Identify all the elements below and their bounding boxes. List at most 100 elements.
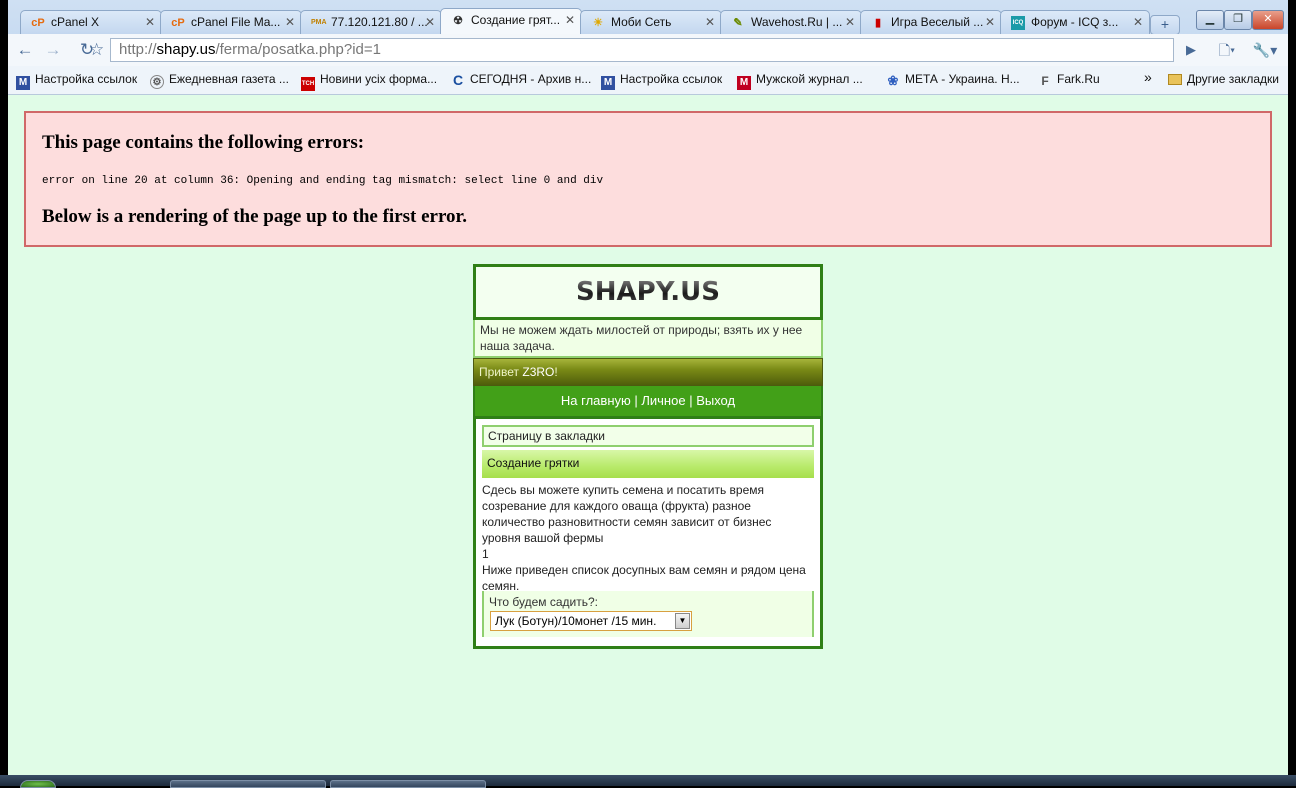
xml-error-box: This page contains the following errors:…	[24, 111, 1272, 247]
page-menu-button[interactable]: 🗋▾	[1212, 39, 1242, 61]
tab-cpanel-file-manager[interactable]: cP cPanel File Ma... ✕	[160, 10, 302, 34]
segodnya-icon: C	[452, 72, 464, 88]
tsn-icon: ТСН	[301, 77, 315, 91]
minimize-button[interactable]: ▁	[1196, 10, 1224, 30]
site-nav: На главную | Личное | Выход	[473, 386, 823, 416]
chevron-down-icon[interactable]: ▼	[675, 613, 690, 629]
error-message: error on line 20 at column 36: Opening a…	[42, 175, 604, 187]
go-button[interactable]: ▶	[1180, 39, 1202, 61]
tab-sozdanie-gryatki[interactable]: ☢ Создание грят... ✕	[440, 8, 582, 34]
tab-phpmyadmin[interactable]: PMA 77.120.121.80 / ... ✕	[300, 10, 442, 34]
fark-icon: F	[1041, 74, 1049, 88]
greeting-prefix: Привет	[479, 365, 523, 379]
greeting-suffix: !	[554, 365, 558, 379]
maximize-icon: ❐	[1233, 13, 1243, 25]
bookmark-item[interactable]: C СЕГОДНЯ - Архив н...	[451, 72, 591, 87]
bookmark-item[interactable]: ⚙ Ежедневная газета ...	[150, 72, 289, 89]
nav-personal-link[interactable]: Личное	[641, 393, 685, 408]
url-host: shapy.us	[156, 41, 216, 58]
tab-igra-veselyi[interactable]: ▮ Игра Веселый ... ✕	[860, 10, 1002, 34]
seed-list-note: Ниже приведен список досупных вам семян …	[482, 563, 806, 593]
play-icon: ▶	[1186, 42, 1196, 57]
bookmark-item[interactable]: M Настройка ссылок	[16, 72, 137, 90]
forward-button[interactable]: →	[42, 39, 64, 61]
bookmark-label: Новини усіх форма...	[320, 72, 438, 86]
taskbar-item[interactable]	[330, 780, 486, 788]
bookmark-item[interactable]: M Настройка ссылок	[601, 72, 722, 90]
close-icon[interactable]: ✕	[425, 15, 435, 29]
new-tab-button[interactable]: +	[1150, 15, 1180, 35]
bookmark-item[interactable]: F Fark.Ru	[1038, 72, 1100, 88]
bookmark-label: Ежедневная газета ...	[169, 72, 289, 86]
user-greeting: Привет Z3RO!	[473, 358, 823, 386]
forward-arrow-icon: →	[44, 40, 62, 59]
section-description: Сдесь вы можете купить семена и посатить…	[482, 482, 812, 594]
m-icon: M	[16, 76, 30, 90]
meta-icon: ❀	[887, 73, 899, 88]
game-icon: ▮	[874, 17, 882, 29]
bookmark-label: Мужской журнал ...	[756, 72, 863, 86]
farm-level: 1	[482, 547, 489, 561]
tab-label: cPanel File Ma...	[191, 15, 281, 29]
tab-cpanel-x[interactable]: cP cPanel X ✕	[20, 10, 162, 34]
tab-label: cPanel X	[51, 15, 100, 29]
address-bar[interactable]: ☆ http://shapy.us/ferma/posatka.php?id=1	[89, 38, 1174, 62]
bookmark-item[interactable]: ❀ МЕТА - Украина. Н...	[886, 72, 1020, 88]
cpanel-icon: cP	[31, 17, 45, 29]
other-bookmarks-label: Другие закладки	[1187, 72, 1279, 86]
wrench-icon: 🔧▾	[1252, 42, 1278, 58]
tab-label: Wavehost.Ru | ...	[751, 15, 843, 29]
star-icon[interactable]: ☆	[89, 39, 104, 61]
tab-label: Моби Сеть	[611, 15, 672, 29]
nav-logout-link[interactable]: Выход	[696, 393, 735, 408]
m-icon: M	[601, 76, 615, 90]
tab-label: 77.120.121.80 / ...	[331, 15, 428, 29]
bookmarks-overflow-button[interactable]: »	[1144, 69, 1152, 85]
icq-icon: ICQ	[1011, 16, 1025, 30]
username: Z3RO	[522, 365, 555, 379]
minimize-icon: ▁	[1205, 13, 1215, 25]
close-icon[interactable]: ✕	[285, 15, 295, 29]
url-prefix: http://	[119, 41, 157, 58]
url-path: /ferma/posatka.php?id=1	[215, 41, 381, 58]
page-icon: 🗋▾	[1218, 42, 1236, 58]
bookmark-item[interactable]: ТСН Новини усіх форма...	[301, 72, 437, 91]
tab-forum-icq[interactable]: ICQ Форум - ICQ з... ✕	[1000, 10, 1150, 34]
chevron-right-icon: »	[1144, 69, 1152, 85]
browser-chrome: cP cPanel X ✕ cP cPanel File Ma... ✕ PMA…	[8, 0, 1288, 95]
back-arrow-icon: ←	[16, 40, 34, 59]
bookmark-label: МЕТА - Украина. Н...	[905, 72, 1020, 86]
close-icon[interactable]: ✕	[565, 13, 575, 27]
nav-separator: |	[630, 393, 642, 408]
other-bookmarks-button[interactable]: Другие закладки	[1168, 72, 1279, 86]
nav-separator: |	[685, 393, 697, 408]
nav-home-link[interactable]: На главную	[561, 393, 631, 408]
folder-icon	[1168, 74, 1182, 85]
wrench-menu-button[interactable]: 🔧▾	[1250, 39, 1280, 61]
back-button[interactable]: ←	[14, 39, 36, 61]
seed-select[interactable]: Лук (Ботун)/10монет /15 мин. ▼	[490, 611, 692, 631]
close-icon[interactable]: ✕	[145, 15, 155, 29]
close-icon[interactable]: ✕	[985, 15, 995, 29]
bookmark-label: Fark.Ru	[1057, 72, 1100, 86]
site-header: SHAPY.US	[473, 264, 823, 320]
start-button[interactable]	[20, 780, 56, 788]
error-note: Below is a rendering of the page up to t…	[42, 206, 467, 227]
bookmark-label: Настройка ссылок	[35, 72, 138, 86]
error-title: This page contains the following errors:	[42, 132, 365, 153]
close-window-button[interactable]: ✕	[1252, 10, 1284, 30]
add-bookmark-link[interactable]: Страницу в закладки	[482, 425, 814, 447]
bookmark-item[interactable]: M Мужской журнал ...	[737, 72, 863, 90]
site-logo[interactable]: SHAPY.US	[576, 277, 720, 307]
tab-mobi-set[interactable]: ☀ Моби Сеть ✕	[580, 10, 722, 34]
page-viewport: This page contains the following errors:…	[8, 95, 1288, 775]
close-icon[interactable]: ✕	[705, 15, 715, 29]
seed-select-label: Что будем садить?:	[489, 595, 598, 609]
taskbar-item[interactable]	[170, 780, 326, 788]
close-icon[interactable]: ✕	[845, 15, 855, 29]
tab-wavehost[interactable]: ✎ Wavehost.Ru | ... ✕	[720, 10, 862, 34]
maximize-button[interactable]: ❐	[1224, 10, 1252, 30]
plus-icon: +	[1160, 16, 1170, 32]
close-icon[interactable]: ✕	[1133, 15, 1143, 29]
bookmarks-bar: M Настройка ссылок ⚙ Ежедневная газета ...…	[8, 66, 1288, 95]
